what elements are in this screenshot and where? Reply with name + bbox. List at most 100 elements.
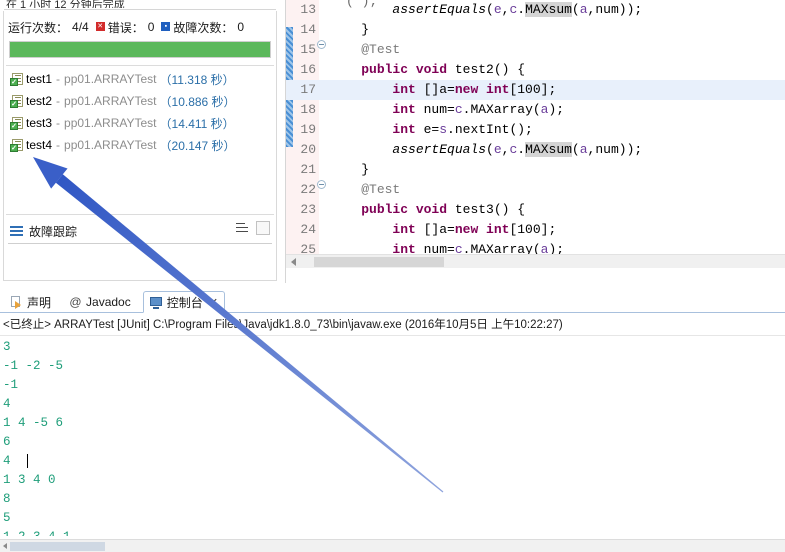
failure-square-icon: ▪ — [161, 21, 171, 31]
tab-console[interactable]: 控制台 ✕ — [142, 291, 225, 313]
line-number: 23 — [300, 202, 316, 217]
compare-result-icon[interactable] — [256, 221, 270, 235]
line-number: 21 — [300, 162, 316, 177]
test-dash: - — [56, 116, 61, 130]
filter-stack-trace-icon[interactable] — [236, 221, 250, 235]
tab-label: 声明 — [27, 295, 52, 310]
test-duration: （11.318 秒） — [159, 72, 235, 87]
console-scroll-thumb[interactable] — [10, 542, 105, 551]
scroll-left-arrow-icon[interactable] — [291, 258, 296, 266]
eclipse-ide-screenshot: 在 1 小时 12 分钟后完成 运行次数： 4/4 ✕ 错误： 0 ▪ 故障次数… — [0, 0, 785, 552]
text-caret — [27, 454, 28, 468]
code-text: } — [330, 22, 370, 37]
test-result-row[interactable]: ✓ test4- pp01.ARRAYTest （20.147 秒） — [4, 134, 276, 156]
code-line[interactable]: 15 @Test — [286, 40, 785, 60]
code-line[interactable]: 22 @Test — [286, 180, 785, 200]
javadoc-at-icon: @ — [69, 294, 82, 309]
junit-view: 在 1 小时 12 分钟后完成 运行次数： 4/4 ✕ 错误： 0 ▪ 故障次数… — [0, 0, 279, 283]
editor-code-area[interactable]: ( ); 13 assertEquals(e,c.MAXsum(a,num));… — [286, 0, 785, 268]
failure-trace-toolbar — [236, 221, 270, 235]
console-output-line: 6 — [3, 435, 11, 449]
line-number: 24 — [300, 222, 316, 237]
test-result-row[interactable]: ✓ test1- pp01.ARRAYTest （11.318 秒） — [4, 68, 276, 90]
line-number: 13 — [300, 2, 316, 17]
code-text: public void test2() { — [361, 62, 526, 77]
test-class: pp01.ARRAYTest — [64, 72, 157, 86]
code-line[interactable]: 18 int num=c.MAXarray(a); — [286, 100, 785, 120]
error-x-icon: ✕ — [95, 21, 105, 31]
line-number: 19 — [300, 122, 316, 137]
line-number: 20 — [300, 142, 316, 157]
view-tab-bar[interactable]: 声明 @ Javadoc 控制台 ✕ — [0, 289, 785, 313]
console-header-divider — [0, 335, 785, 336]
code-text: int e=s.nextInt(); — [392, 122, 533, 137]
console-output-line: 8 — [3, 492, 11, 506]
code-line[interactable]: 14 } — [286, 20, 785, 40]
console-view: 声明 @ Javadoc 控制台 ✕ <已终止> ARRAYTest [JUnit] C… — [0, 289, 785, 552]
code-editor[interactable]: ( ); 13 assertEquals(e,c.MAXsum(a,num));… — [285, 0, 785, 283]
junit-test-list[interactable]: ✓ test1- pp01.ARRAYTest （11.318 秒） ✓ test2- pp… — [4, 68, 276, 214]
close-icon[interactable]: ✕ — [209, 296, 218, 309]
code-line[interactable]: 23 public void test3() { — [286, 200, 785, 220]
tab-javadoc[interactable]: @ Javadoc — [63, 291, 137, 313]
test-name: test3 — [26, 116, 53, 130]
console-output-line: 1 2 3 4 1 — [3, 528, 785, 536]
fold-collapse-icon[interactable] — [317, 180, 326, 189]
console-output-line: 4 — [3, 397, 11, 411]
console-output-line: 4 — [3, 452, 785, 471]
junit-title-divider — [4, 9, 276, 10]
test-name: test2 — [26, 94, 53, 108]
code-line[interactable]: 17 int []a=new int[100]; — [286, 80, 785, 100]
test-name: test1 — [26, 72, 53, 86]
console-icon — [149, 296, 163, 309]
console-horizontal-scrollbar[interactable] — [0, 539, 785, 552]
code-text: } — [330, 162, 370, 177]
test-passed-icon: ✓ — [10, 116, 23, 130]
top-area: 在 1 小时 12 分钟后完成 运行次数： 4/4 ✕ 错误： 0 ▪ 故障次数… — [0, 0, 785, 283]
editor-lines[interactable]: 13 assertEquals(e,c.MAXsum(a,num)); 14 } 1… — [286, 0, 785, 268]
code-line[interactable]: 20 assertEquals(e,c.MAXsum(a,num)); — [286, 140, 785, 160]
tab-declaration[interactable]: 声明 — [4, 291, 57, 313]
junit-progress-bar — [9, 41, 271, 58]
test-dash: - — [56, 138, 61, 152]
failure-trace-icon — [10, 225, 23, 237]
test-class: pp01.ARRAYTest — [64, 116, 157, 130]
editor-horizontal-scrollbar[interactable] — [286, 254, 785, 268]
test-dash: - — [56, 72, 61, 86]
junit-progress-fill — [10, 42, 270, 57]
test-result-row[interactable]: ✓ test2- pp01.ARRAYTest （10.886 秒） — [4, 90, 276, 112]
junit-progress-divider — [6, 65, 274, 66]
code-text: int []a=new int[100]; — [392, 82, 557, 97]
test-result-row[interactable]: ✓ test3- pp01.ARRAYTest （14.411 秒） — [4, 112, 276, 134]
code-line[interactable]: 21 } — [286, 160, 785, 180]
console-scroll-left-arrow-icon[interactable] — [3, 543, 7, 549]
junit-status-title: 在 1 小时 12 分钟后完成 — [6, 0, 125, 8]
code-text: public void test3() { — [361, 202, 526, 217]
test-class: pp01.ARRAYTest — [64, 94, 157, 108]
failure-trace-label: 故障跟踪 — [29, 224, 78, 239]
tab-label: Javadoc — [86, 295, 131, 309]
code-text: int num=c.MAXarray(a); — [392, 102, 565, 117]
junit-body: 运行次数： 4/4 ✕ 错误： 0 ▪ 故障次数： 0 ✓ test1- pp01.… — [3, 11, 277, 281]
test-class: pp01.ARRAYTest — [64, 138, 157, 152]
line-number: 15 — [300, 42, 316, 57]
code-line[interactable]: 13 assertEquals(e,c.MAXsum(a,num)); — [286, 0, 785, 20]
failure-trace-divider — [6, 214, 274, 215]
code-text: @Test — [361, 182, 401, 197]
runs-label: 运行次数： — [8, 20, 69, 35]
code-text: @Test — [361, 42, 401, 57]
console-output-line: -1 — [3, 378, 19, 392]
console-output[interactable]: 3 -1 -2 -5 -1 4 1 4 -5 6 6 4 1 3 4 0 8 5 1 2 3 4 1 — [0, 338, 785, 536]
code-line[interactable]: 19 int e=s.nextInt(); — [286, 120, 785, 140]
fold-collapse-icon[interactable] — [317, 40, 326, 49]
declaration-icon — [10, 295, 23, 309]
test-duration: （20.147 秒） — [159, 138, 236, 153]
code-line[interactable]: 16 public void test2() { — [286, 60, 785, 80]
console-output-line: 1 3 4 0 — [3, 473, 56, 487]
code-line[interactable]: 24 int []a=new int[100]; — [286, 220, 785, 240]
console-output-line: 1 4 -5 6 — [3, 416, 64, 430]
editor-scroll-thumb[interactable] — [314, 257, 444, 267]
console-output-line: -1 -2 -5 — [3, 359, 64, 373]
failures-value: 0 — [237, 20, 245, 34]
console-launch-header: <已终止> ARRAYTest [JUnit] C:\Program Files… — [3, 319, 563, 331]
